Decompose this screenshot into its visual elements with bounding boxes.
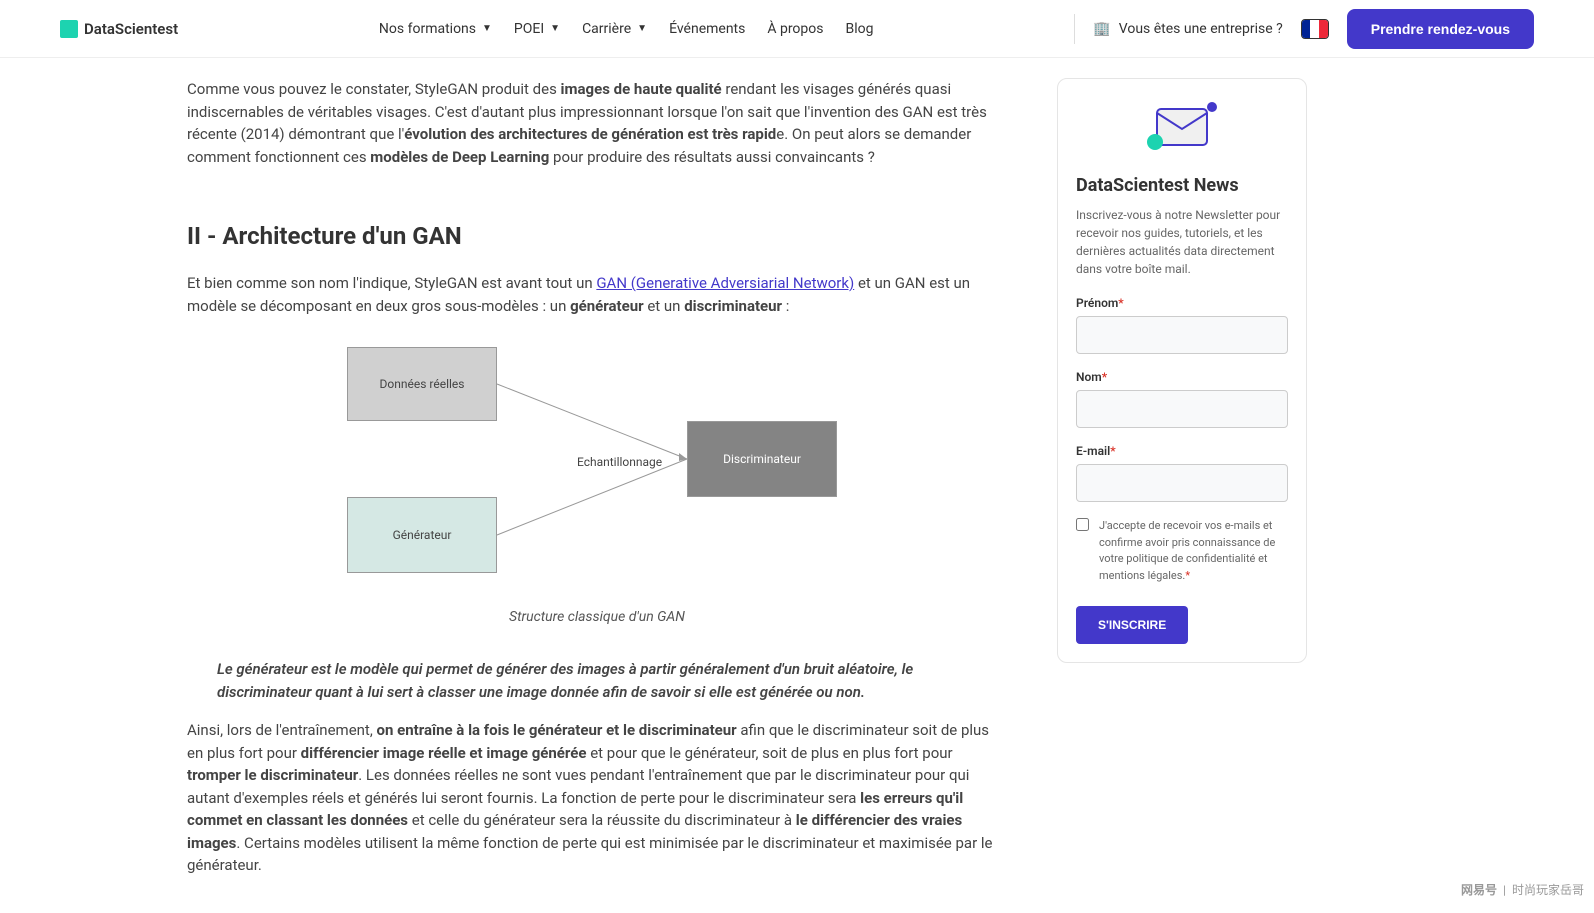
nav-formations[interactable]: Nos formations▼ <box>379 21 492 37</box>
nav-blog[interactable]: Blog <box>846 21 874 37</box>
diagram-caption: Structure classique d'un GAN <box>187 607 1007 628</box>
article-content: Comme vous pouvez le constater, StyleGAN… <box>187 78 1007 893</box>
gan-link[interactable]: GAN (Generative Adversiarial Network) <box>596 274 854 292</box>
heading-architecture: II - Architecture d'un GAN <box>187 218 1007 254</box>
chevron-down-icon: ▼ <box>550 23 560 34</box>
diagram-box-generator: Générateur <box>347 497 497 573</box>
main-header: DataScientest Nos formations▼ POEI▼ Carr… <box>0 0 1594 58</box>
nav-evenements[interactable]: Événements <box>669 21 745 37</box>
consent-label: J'accepte de recevoir vos e-mails et con… <box>1099 518 1288 584</box>
email-input[interactable] <box>1076 464 1288 502</box>
prenom-input[interactable] <box>1076 316 1288 354</box>
newsletter-card: DataScientest News Inscrivez-vous à notr… <box>1057 78 1307 663</box>
diagram-box-data: Données réelles <box>347 347 497 421</box>
logo-icon <box>60 20 78 38</box>
chevron-down-icon: ▼ <box>637 23 647 34</box>
cta-button[interactable]: Prendre rendez-vous <box>1347 9 1534 49</box>
enterprise-link[interactable]: 🏢 Vous êtes une entreprise ? <box>1093 21 1282 37</box>
brand-name: DataScientest <box>84 20 178 38</box>
building-icon: 🏢 <box>1093 21 1110 37</box>
nav-carriere[interactable]: Carrière▼ <box>582 21 647 37</box>
paragraph-2: Et bien comme son nom l'indique, StyleGA… <box>187 272 1007 317</box>
nom-input[interactable] <box>1076 390 1288 428</box>
gan-diagram: Données réelles Générateur Discriminateu… <box>347 347 847 577</box>
diagram-label: Echantillonnage <box>577 453 662 471</box>
newsletter-title: DataScientest News <box>1076 175 1288 196</box>
main-nav: Nos formations▼ POEI▼ Carrière▼ Événemen… <box>379 21 874 37</box>
chevron-down-icon: ▼ <box>482 23 492 34</box>
paragraph-1: Comme vous pouvez le constater, StyleGAN… <box>187 78 1007 168</box>
subscribe-button[interactable]: S'inscrire <box>1076 606 1188 644</box>
diagram-box-discriminator: Discriminateur <box>687 421 837 497</box>
watermark: 网易号|时尚玩家岳哥 <box>1461 881 1584 898</box>
nom-label: Nom* <box>1076 370 1288 384</box>
header-right: 🏢 Vous êtes une entreprise ? Prendre ren… <box>1074 9 1534 49</box>
quote-block: Le générateur est le modèle qui permet d… <box>187 658 1007 703</box>
newsletter-desc: Inscrivez-vous à notre Newsletter pour r… <box>1076 206 1288 278</box>
consent-checkbox[interactable] <box>1076 518 1089 531</box>
sidebar: DataScientest News Inscrivez-vous à notr… <box>1057 78 1307 893</box>
logo[interactable]: DataScientest <box>60 20 178 38</box>
nav-poei[interactable]: POEI▼ <box>514 21 560 37</box>
divider <box>1074 14 1075 44</box>
email-label: E-mail* <box>1076 444 1288 458</box>
language-flag[interactable] <box>1301 19 1329 39</box>
paragraph-3: Ainsi, lors de l'entraînement, on entraî… <box>187 719 1007 877</box>
nav-apropos[interactable]: À propos <box>767 21 823 37</box>
prenom-label: Prénom* <box>1076 296 1288 310</box>
envelope-icon <box>1076 97 1288 161</box>
